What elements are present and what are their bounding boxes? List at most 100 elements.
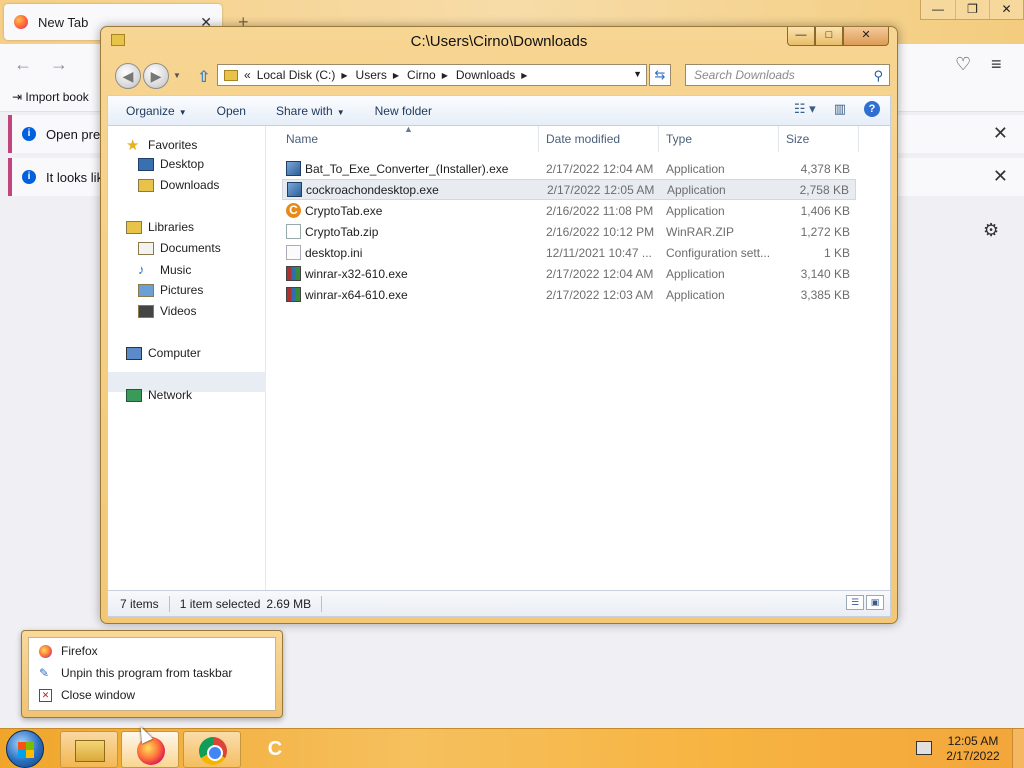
file-row[interactable]: desktop.ini 12/11/2021 10:47 ... Configu… [282, 242, 856, 263]
taskbar-jump-list: Firefox ✎ Unpin this program from taskba… [21, 630, 283, 718]
nav-item-downloads[interactable]: Downloads [138, 178, 219, 192]
column-divider[interactable] [538, 126, 539, 152]
search-input[interactable]: Search Downloads ⚲ [685, 64, 890, 86]
computer-icon [126, 346, 142, 360]
column-divider[interactable] [778, 126, 779, 152]
recent-pages-dropdown[interactable]: ▼ [173, 71, 181, 80]
search-icon[interactable]: ⚲ [873, 66, 883, 86]
jump-list-item-firefox[interactable]: Firefox [39, 644, 98, 658]
details-view-icon[interactable]: ☰ [846, 595, 864, 610]
notification-text: It looks lik [46, 169, 104, 185]
documents-icon [138, 241, 154, 255]
window-controls: — ❐ ✕ [920, 0, 1024, 20]
application-icon [287, 182, 302, 197]
maximize-button[interactable]: □ [815, 27, 843, 46]
gear-icon[interactable]: ⚙ [983, 220, 999, 241]
preview-pane-icon[interactable]: ▥ [834, 101, 846, 117]
close-button[interactable]: ✕ [843, 27, 889, 46]
view-options-icon[interactable]: ☷ ▾ [794, 101, 816, 117]
import-bookmarks-button[interactable]: ⇥ Import book [12, 90, 89, 104]
back-icon[interactable]: ← [14, 54, 32, 75]
column-header-type[interactable]: Type [666, 132, 692, 146]
file-date: 2/17/2022 12:03 AM [546, 287, 654, 302]
column-divider[interactable] [858, 126, 859, 152]
share-with-button[interactable]: Share with ▼ [276, 104, 345, 118]
breadcrumb-cirno[interactable]: Cirno [407, 68, 436, 82]
minimize-button[interactable]: — [787, 27, 815, 46]
column-header-date[interactable]: Date modified [546, 132, 620, 146]
minimize-button[interactable]: — [921, 0, 955, 19]
network-tray-icon[interactable] [916, 741, 932, 755]
refresh-button[interactable]: ⇆ [649, 64, 671, 86]
up-arrow-icon[interactable]: ⇧ [197, 67, 210, 87]
settings-file-icon [286, 245, 301, 260]
nav-item-videos[interactable]: Videos [138, 304, 196, 318]
jump-list-menu: Firefox ✎ Unpin this program from taskba… [28, 637, 276, 711]
close-icon[interactable]: ✕ [993, 166, 1008, 187]
organize-button[interactable]: Organize ▼ [126, 104, 187, 118]
file-row[interactable]: winrar-x64-610.exe 2/17/2022 12:03 AM Ap… [282, 284, 856, 305]
help-icon[interactable]: ? [864, 101, 880, 117]
taskbar-explorer-button[interactable] [60, 731, 118, 768]
application-icon [286, 161, 301, 176]
file-size: 1,406 KB [800, 203, 850, 218]
breadcrumb-local-disk[interactable]: Local Disk (C:) [257, 68, 336, 82]
nav-item-music[interactable]: ♪ Music [138, 262, 191, 277]
close-button[interactable]: ✕ [989, 0, 1023, 19]
file-date: 2/16/2022 10:12 PM [546, 224, 655, 239]
start-button[interactable] [6, 730, 44, 768]
nav-item-computer[interactable]: Computer [126, 346, 201, 360]
large-icons-view-icon[interactable]: ▣ [866, 595, 884, 610]
address-bar[interactable]: « Local Disk (C:) ▶ Users ▶ Cirno ▶ Down… [217, 64, 647, 86]
file-date: 2/17/2022 12:05 AM [547, 182, 655, 197]
file-name: winrar-x32-610.exe [305, 266, 408, 281]
breadcrumb-separator-icon[interactable]: ▶ [341, 71, 347, 80]
forward-button[interactable]: ▶ [143, 63, 169, 89]
breadcrumb-separator-icon[interactable]: ▶ [442, 71, 448, 80]
forward-icon[interactable]: → [50, 54, 68, 75]
jump-list-item-close-window[interactable]: ✕ Close window [39, 688, 135, 702]
breadcrumb-users[interactable]: Users [356, 68, 387, 82]
breadcrumb-downloads[interactable]: Downloads [456, 68, 515, 82]
file-name: desktop.ini [305, 245, 363, 260]
videos-icon [138, 304, 154, 318]
system-clock[interactable]: 12:05 AM 2/17/2022 [944, 734, 1002, 764]
back-button[interactable]: ◀ [115, 63, 141, 89]
file-date: 2/17/2022 12:04 AM [546, 266, 654, 281]
nav-item-desktop[interactable]: Desktop [138, 157, 204, 171]
libraries-icon [126, 220, 142, 234]
address-dropdown-icon[interactable]: ▼ [633, 69, 642, 79]
nav-item-network[interactable]: Network [126, 388, 192, 402]
address-overflow[interactable]: « [244, 68, 251, 82]
file-row[interactable]: Bat_To_Exe_Converter_(Installer).exe 2/1… [282, 158, 856, 179]
file-date: 2/16/2022 11:08 PM [546, 203, 654, 218]
nav-item-favorites[interactable]: ★ Favorites [126, 136, 197, 154]
show-desktop-button[interactable] [1012, 729, 1024, 768]
nav-item-libraries[interactable]: Libraries [126, 220, 194, 234]
jump-list-item-unpin[interactable]: ✎ Unpin this program from taskbar [39, 666, 232, 680]
breadcrumb-separator-icon[interactable]: ▶ [393, 71, 399, 80]
breadcrumb-separator-icon[interactable]: ▶ [521, 71, 527, 80]
file-name: CryptoTab.exe [305, 203, 383, 218]
file-name: winrar-x64-610.exe [305, 287, 408, 302]
taskbar-chrome-button[interactable] [183, 731, 241, 768]
window-title: C:\Users\Cirno\Downloads [410, 33, 588, 50]
column-header-name[interactable]: Name [286, 132, 318, 146]
new-folder-button[interactable]: New folder [375, 104, 432, 118]
nav-item-pictures[interactable]: Pictures [138, 283, 203, 297]
cryptotab-icon[interactable]: C [262, 737, 288, 761]
restore-button[interactable]: ❐ [955, 0, 989, 19]
file-row[interactable]: CryptoTab.zip 2/16/2022 10:12 PM WinRAR.… [282, 221, 856, 242]
pocket-icon[interactable]: ♡ [955, 54, 971, 75]
file-row[interactable]: C CryptoTab.exe 2/16/2022 11:08 PM Appli… [282, 200, 856, 221]
menu-icon[interactable]: ≡ [991, 54, 1002, 75]
column-header-size[interactable]: Size [786, 132, 809, 146]
nav-item-documents[interactable]: Documents [138, 241, 221, 255]
chrome-icon [199, 737, 227, 765]
music-icon: ♪ [138, 262, 145, 277]
file-row-selected[interactable]: cockroachondesktop.exe 2/17/2022 12:05 A… [282, 179, 856, 200]
open-button[interactable]: Open [217, 104, 246, 118]
file-row[interactable]: winrar-x32-610.exe 2/17/2022 12:04 AM Ap… [282, 263, 856, 284]
close-icon[interactable]: ✕ [993, 123, 1008, 144]
column-divider[interactable] [658, 126, 659, 152]
